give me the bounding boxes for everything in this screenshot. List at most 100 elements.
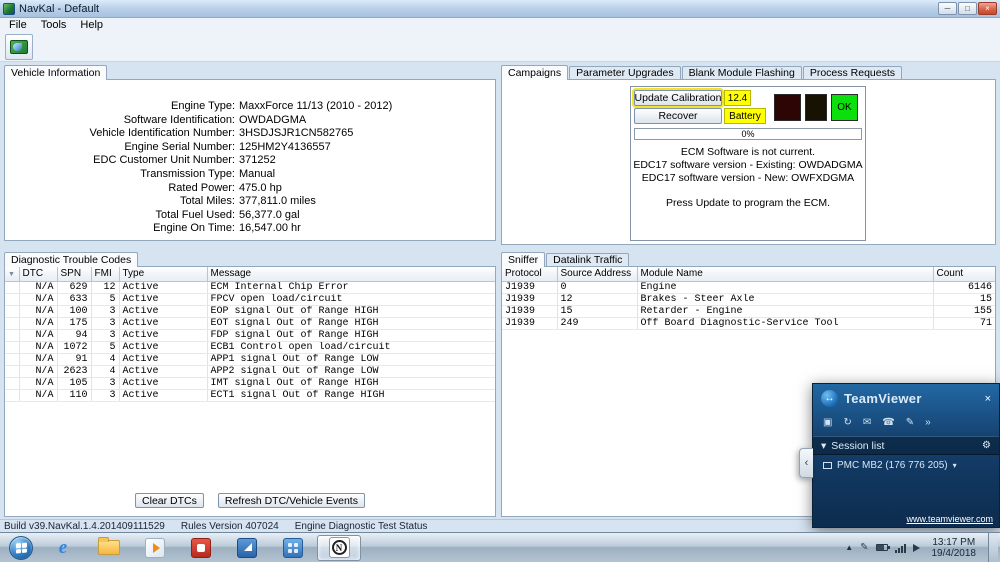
column-header-dtc[interactable]: DTC xyxy=(19,267,57,281)
tab-sniffer[interactable]: Sniffer xyxy=(501,252,545,267)
maximize-button[interactable]: □ xyxy=(958,2,977,15)
tab-blank-module-flashing[interactable]: Blank Module Flashing xyxy=(682,66,802,79)
spn-cell: 629 xyxy=(57,281,91,293)
dtc-row[interactable]: N/A 1072 5 Active ECB1 Control open load… xyxy=(5,341,495,353)
taskbar-item-media-player[interactable] xyxy=(133,535,177,561)
taskbar-item-internet-explorer[interactable]: e xyxy=(41,535,85,561)
titlebar[interactable]: NavKal - Default ─ □ × xyxy=(0,0,1000,18)
tab-process-requests[interactable]: Process Requests xyxy=(803,66,902,79)
type-cell: Active xyxy=(119,389,207,401)
remote-monitor-icon[interactable]: ▣ xyxy=(823,417,832,428)
dtc-row[interactable]: N/A 633 5 Active FPCV open load/circuit xyxy=(5,293,495,305)
taskbar: e N ▲ ✎ 13:17 PM xyxy=(0,532,1000,562)
build-version-text: Build v39.NavKal.1.4.201409111529 xyxy=(4,521,165,532)
field-value: 16,547.00 hr xyxy=(239,222,301,236)
dtc-row[interactable]: N/A 91 4 Active APP1 signal Out of Range… xyxy=(5,353,495,365)
dtc-row[interactable]: N/A 105 3 Active IMT signal Out of Range… xyxy=(5,377,495,389)
chat-icon[interactable]: ✉ xyxy=(863,417,871,428)
gear-icon[interactable]: ⚙ xyxy=(982,440,991,451)
minimize-button[interactable]: ─ xyxy=(938,2,957,15)
sniffer-row[interactable]: J1939 249 Off Board Diagnostic-Service T… xyxy=(502,317,995,329)
tab-datalink-traffic[interactable]: Datalink Traffic xyxy=(546,253,629,266)
vehicle-info-row: Rated Power: 475.0 hp xyxy=(5,182,495,196)
start-button[interactable] xyxy=(9,536,33,560)
field-value: MaxxForce 11/13 (2010 - 2012) xyxy=(239,100,392,114)
vehicle-info-fields: Engine Type: MaxxForce 11/13 (2010 - 201… xyxy=(5,80,495,236)
teamviewer-website-link[interactable]: www.teamviewer.com xyxy=(906,514,993,524)
battery-icon[interactable] xyxy=(876,544,888,551)
taskbar-item-blue-app[interactable] xyxy=(225,535,269,561)
vehicle-info-section: Vehicle Information Engine Type: MaxxFor… xyxy=(4,64,496,241)
show-desktop-button[interactable] xyxy=(988,533,998,562)
internet-explorer-icon: e xyxy=(59,538,67,557)
refresh-dtc-button[interactable]: Refresh DTC/Vehicle Events xyxy=(218,493,365,508)
vehicle-info-row: Software Identification: OWDADGMA xyxy=(5,114,495,128)
menu-help[interactable]: Help xyxy=(73,18,110,32)
call-icon[interactable]: ☎ xyxy=(882,417,894,428)
close-button[interactable]: × xyxy=(978,2,997,15)
pen-tray-icon[interactable]: ✎ xyxy=(860,542,868,553)
taskbar-item-red-app[interactable] xyxy=(179,535,223,561)
connect-ecm-button[interactable] xyxy=(5,34,33,60)
clear-dtcs-button[interactable]: Clear DTCs xyxy=(135,493,204,508)
update-calibration-button[interactable]: Update Calibration xyxy=(634,90,722,106)
menu-tools[interactable]: Tools xyxy=(34,18,74,32)
source-address-cell: 12 xyxy=(557,293,637,305)
column-header-message[interactable]: Message xyxy=(207,267,495,281)
recover-button[interactable]: Recover xyxy=(634,108,722,124)
column-header-protocol[interactable]: Protocol xyxy=(502,267,557,281)
type-cell: Active xyxy=(119,293,207,305)
status-indicator-dark xyxy=(805,94,827,121)
taskbar-item-navkal[interactable]: N xyxy=(317,535,361,561)
sniffer-row[interactable]: J1939 12 Brakes - Steer Axle 15 xyxy=(502,293,995,305)
sniffer-row[interactable]: J1939 15 Retarder - Engine 155 xyxy=(502,305,995,317)
column-header-spn[interactable]: SPN xyxy=(57,267,91,281)
menu-file[interactable]: File xyxy=(2,18,34,32)
message-cell: IMT signal Out of Range HIGH xyxy=(207,377,495,389)
tab-parameter-upgrades[interactable]: Parameter Upgrades xyxy=(569,66,680,79)
tab-vehicle-information[interactable]: Vehicle Information xyxy=(4,65,107,80)
fmi-cell: 4 xyxy=(91,353,119,365)
refresh-icon[interactable]: ↻ xyxy=(843,417,851,428)
dtc-row[interactable]: N/A 175 3 Active EOT signal Out of Range… xyxy=(5,317,495,329)
collapse-arrow-icon: ▾ xyxy=(821,440,826,452)
dtc-row[interactable]: N/A 2623 4 Active APP2 signal Out of Ran… xyxy=(5,365,495,377)
dtc-row[interactable]: N/A 110 3 Active ECT1 signal Out of Rang… xyxy=(5,389,495,401)
dtc-cell: N/A xyxy=(19,305,57,317)
fmi-cell: 3 xyxy=(91,305,119,317)
filter-column-header[interactable]: ▼ xyxy=(5,267,19,281)
spn-cell: 1072 xyxy=(57,341,91,353)
dtc-cell: N/A xyxy=(19,317,57,329)
annotate-icon[interactable]: ✎ xyxy=(906,417,914,428)
taskbar-item-explorer[interactable] xyxy=(87,535,131,561)
more-actions-icon[interactable]: » xyxy=(925,417,931,428)
column-header-module-name[interactable]: Module Name xyxy=(637,267,933,281)
tab-campaigns[interactable]: Campaigns xyxy=(501,65,568,80)
tab-diagnostic-trouble-codes[interactable]: Diagnostic Trouble Codes xyxy=(4,252,138,267)
spn-cell: 2623 xyxy=(57,365,91,377)
taskbar-clock[interactable]: 13:17 PM 19/4/2018 xyxy=(927,537,982,559)
dtc-row[interactable]: N/A 94 3 Active FDP signal Out of Range … xyxy=(5,329,495,341)
network-icon[interactable] xyxy=(895,543,906,553)
session-list-item[interactable]: PMC MB2 (176 776 205) ▾ xyxy=(813,455,999,476)
teamviewer-titlebar[interactable]: ↔ TeamViewer × xyxy=(813,384,999,413)
sniffer-row[interactable]: J1939 0 Engine 6146 xyxy=(502,281,995,293)
session-list-bar[interactable]: ▾ Session list ⚙ xyxy=(813,436,999,455)
message-cell: APP2 signal Out of Range LOW xyxy=(207,365,495,377)
battery-voltage-value: 12.4 xyxy=(724,90,751,106)
show-hidden-icons-button[interactable]: ▲ xyxy=(845,543,853,552)
taskbar-item-blue-grid-app[interactable] xyxy=(271,535,315,561)
teamviewer-close-icon[interactable]: × xyxy=(985,393,991,405)
column-header-fmi[interactable]: FMI xyxy=(91,267,119,281)
module-name-cell: Engine xyxy=(637,281,933,293)
teamviewer-collapse-handle[interactable]: ‹ xyxy=(799,448,813,478)
dtc-row[interactable]: N/A 100 3 Active EOP signal Out of Range… xyxy=(5,305,495,317)
column-header-type[interactable]: Type xyxy=(119,267,207,281)
column-header-count[interactable]: Count xyxy=(933,267,995,281)
column-header-source-address[interactable]: Source Address xyxy=(557,267,637,281)
dtc-row[interactable]: N/A 629 12 Active ECM Internal Chip Erro… xyxy=(5,281,495,293)
volume-icon[interactable] xyxy=(913,544,920,552)
message-cell: ECM Internal Chip Error xyxy=(207,281,495,293)
count-cell: 71 xyxy=(933,317,995,329)
folder-icon xyxy=(98,540,120,555)
